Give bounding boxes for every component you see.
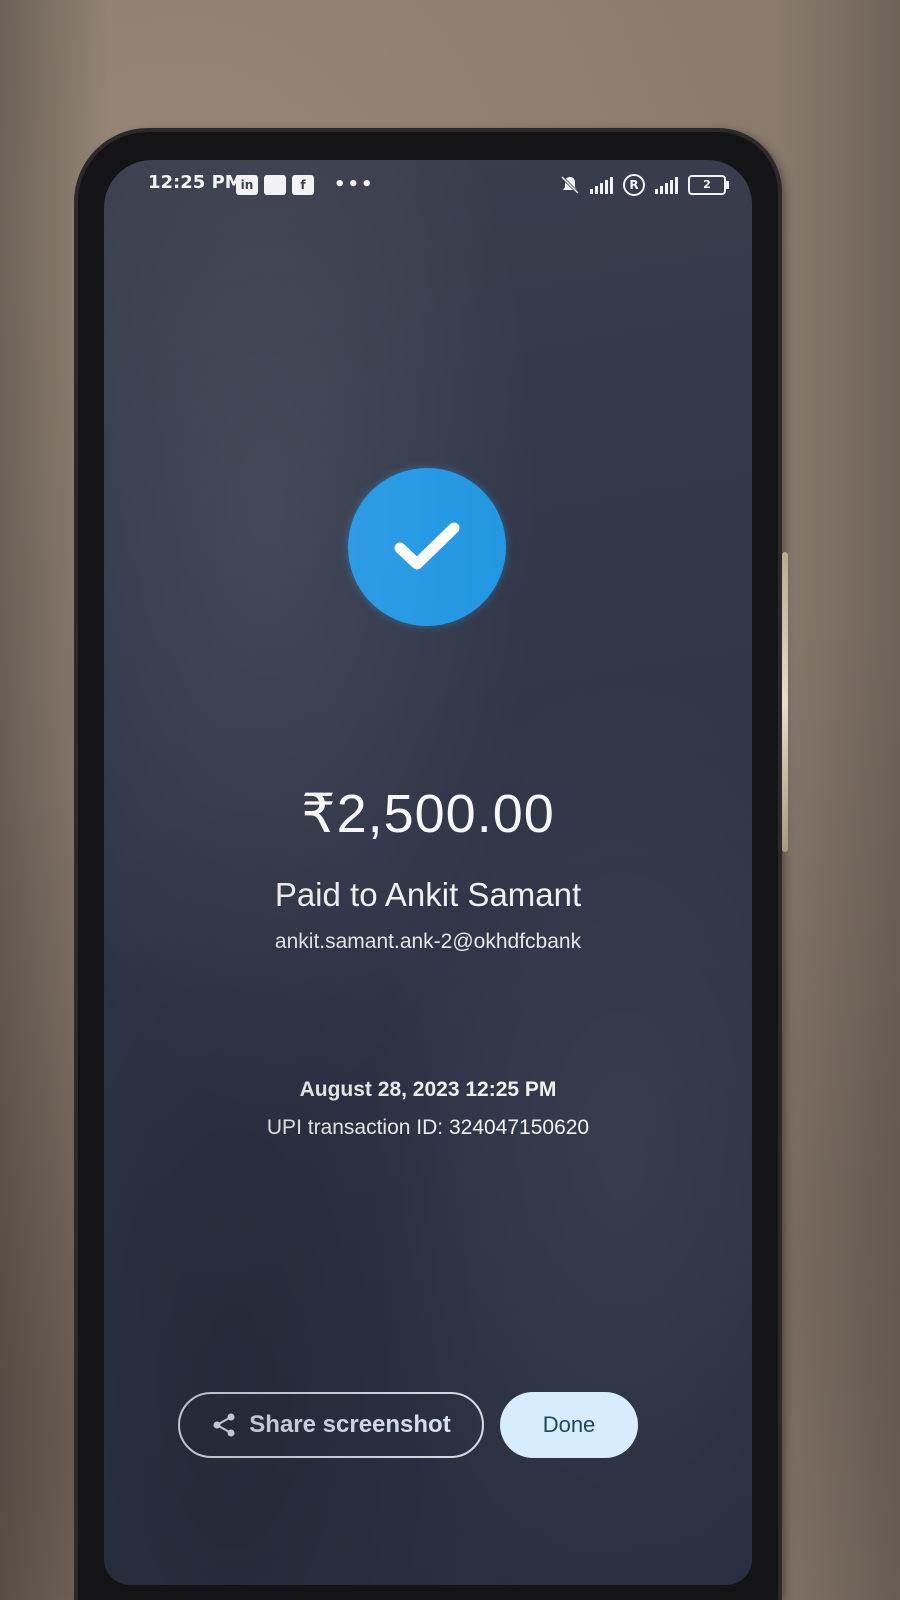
share-icon xyxy=(213,1413,235,1437)
status-bar: 12:25 PM in f ••• R 2 xyxy=(104,160,752,220)
share-screenshot-label: Share screenshot xyxy=(249,1411,451,1438)
app-icon xyxy=(264,174,286,195)
mute-bell-icon xyxy=(560,175,580,195)
share-screenshot-button[interactable]: Share screenshot xyxy=(178,1392,484,1458)
status-indicators: R 2 xyxy=(560,174,729,196)
payee-upi-id: ankit.samant.ank-2@okhdfcbank xyxy=(274,930,582,953)
facebook-icon: f xyxy=(292,174,314,195)
linkedin-icon: in xyxy=(236,174,258,195)
roaming-icon: R xyxy=(623,174,645,196)
success-check-icon xyxy=(348,468,506,626)
status-app-icons: in f ••• xyxy=(236,174,375,195)
status-time: 12:25 PM xyxy=(148,172,243,193)
phone: 12:25 PM in f ••• R 2 ₹2,500.00 Paid to … xyxy=(78,132,788,1600)
phone-side-edge xyxy=(782,552,788,852)
signal-icon xyxy=(655,176,678,194)
screen-glare xyxy=(104,160,752,1585)
transaction-id: UPI transaction ID: 324047150620 xyxy=(266,1116,590,1139)
phone-screen: 12:25 PM in f ••• R 2 ₹2,500.00 Paid to … xyxy=(104,160,752,1585)
payment-amount: ₹2,500.00 xyxy=(301,784,555,844)
transaction-datetime: August 28, 2023 12:25 PM xyxy=(299,1078,557,1101)
battery-icon: 2 xyxy=(688,175,729,195)
payee-name: Paid to Ankit Samant xyxy=(274,876,582,913)
more-notifications-icon: ••• xyxy=(334,174,375,195)
done-button[interactable]: Done xyxy=(500,1392,638,1458)
done-label: Done xyxy=(542,1412,596,1437)
signal-4g-icon xyxy=(590,176,613,194)
